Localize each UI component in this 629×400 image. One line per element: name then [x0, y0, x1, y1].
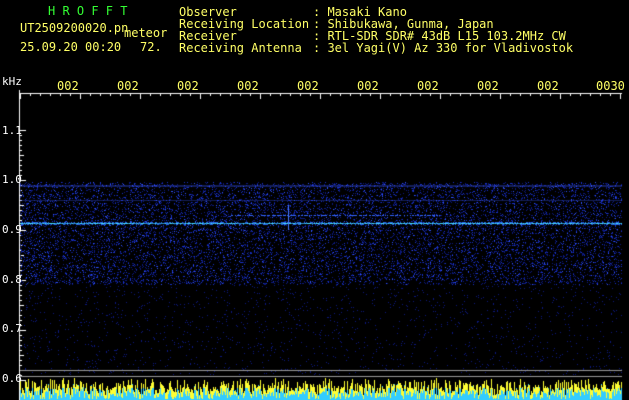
- spectrogram-canvas: [0, 0, 629, 400]
- y-tick-label: 0.8: [2, 273, 22, 286]
- x-tick-label: 002: [297, 79, 319, 93]
- datetime-label: 25.09.20 00:20: [20, 40, 122, 54]
- filename-suffix: meteor: [124, 26, 168, 40]
- y-tick-label: 0.7: [2, 322, 22, 335]
- x-tick-label: 002: [57, 79, 79, 93]
- x-tick-label: 002: [237, 79, 259, 93]
- y-tick-label: 1.1: [2, 124, 22, 137]
- brand-title: H R O F F T: [48, 4, 128, 18]
- y-tick-label: 1.0: [2, 173, 22, 186]
- filename-label: UT2509200020.pn: [20, 21, 129, 35]
- x-tick-label: 002: [537, 79, 559, 93]
- antenna-value: : 3el Yagi(V) Az 330 for Vladivostok: [313, 41, 574, 55]
- x-tick-label: 002: [477, 79, 499, 93]
- x-tick-label: 002: [117, 79, 139, 93]
- x-tick-label: 002: [357, 79, 379, 93]
- x-tick-label: 002: [177, 79, 199, 93]
- x-tick-label: 0030: [596, 79, 625, 93]
- y-tick-label: 0.9: [2, 223, 22, 236]
- y-axis-unit: kHz: [2, 75, 22, 88]
- antenna-label: Receiving Antenna: [179, 41, 302, 55]
- count-label: 72.: [140, 40, 162, 54]
- y-tick-label: 0.6: [2, 372, 22, 385]
- x-tick-label: 002: [417, 79, 439, 93]
